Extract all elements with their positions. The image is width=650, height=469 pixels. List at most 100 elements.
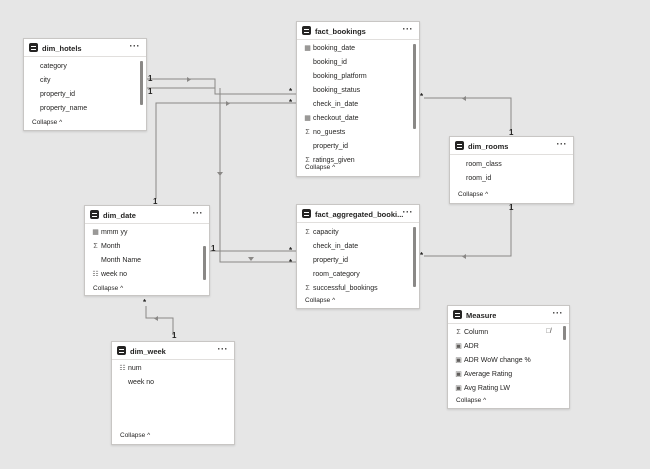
table-card[interactable]: dim_week ··· ☷ num week no Collapse ^ — [111, 341, 235, 445]
table-card[interactable]: fact_bookings ··· ▦ booking_date booking_i… — [296, 21, 420, 177]
cardinality-one: 1 — [509, 203, 514, 212]
field-row[interactable]: ☷ num — [112, 362, 224, 376]
rel-week-date — [145, 306, 174, 335]
rel-date-aggregated — [210, 250, 296, 263]
field-row[interactable]: ▦ checkout_date — [297, 112, 409, 126]
cardinality-many: * — [289, 98, 293, 107]
direction-arrow — [248, 257, 254, 261]
field-row[interactable]: room_category — [297, 268, 409, 282]
scrollbar[interactable] — [563, 326, 566, 340]
field-row[interactable]: room_class — [450, 158, 563, 172]
field-row[interactable]: ▦ booking_date — [297, 42, 409, 56]
field-row[interactable]: ▣ ADR WoW change % — [448, 354, 559, 368]
field-label: booking_date — [313, 45, 356, 52]
table-icon — [302, 209, 311, 218]
field-row[interactable]: property_id — [24, 88, 136, 102]
more-options-icon[interactable]: ··· — [193, 208, 204, 218]
cardinality-many: * — [420, 251, 424, 260]
field-row[interactable]: ▦ mmm yy — [85, 226, 199, 240]
field-row[interactable]: Σno_guests — [297, 126, 409, 140]
scrollbar[interactable] — [413, 227, 416, 287]
cardinality-many: * — [143, 298, 147, 307]
field-label: Month Name — [101, 257, 142, 264]
field-row[interactable]: booking_platform — [297, 70, 409, 84]
scrollbar[interactable] — [140, 61, 143, 105]
table-card[interactable]: dim_rooms ··· room_class room_id Collapse … — [449, 136, 574, 204]
field-row[interactable]: check_in_date — [297, 240, 409, 254]
field-label: mmm yy — [101, 229, 128, 236]
field-row[interactable]: ☷ week no — [85, 268, 199, 282]
more-options-icon[interactable]: ··· — [557, 139, 568, 149]
cardinality-many: * — [289, 258, 293, 267]
table-card[interactable]: Measure ··· 👁̸ Σ Column ▣ ADR ▣ ADR WoW chang… — [447, 305, 570, 409]
table-title: dim_date — [103, 211, 136, 220]
field-row[interactable]: Σcapacity — [297, 226, 409, 240]
scrollbar[interactable] — [413, 44, 416, 129]
more-options-icon[interactable]: ··· — [403, 207, 414, 217]
field-label: Avg Rating LW — [464, 385, 511, 392]
field-label: property_id — [313, 143, 349, 150]
table-card[interactable]: fact_aggregated_booki... ··· Σcapacity ch… — [296, 204, 420, 309]
scrollbar[interactable] — [203, 246, 206, 280]
direction-arrow — [187, 77, 191, 82]
table-card[interactable]: dim_hotels ··· category city property_idpr… — [23, 38, 147, 131]
field-label: category — [40, 63, 67, 70]
field-row[interactable]: ▣ ADR — [448, 340, 559, 354]
field-label: Month — [101, 243, 121, 250]
field-row[interactable]: ▣ Avg Rating LW — [448, 382, 559, 396]
field-row[interactable]: ▣ Average Rating — [448, 368, 559, 382]
cardinality-one: 1 — [211, 244, 216, 253]
field-label: successful_bookings — [313, 285, 378, 292]
field-row[interactable]: Σ Month — [85, 240, 199, 254]
collapse-button[interactable]: Collapse ^ — [93, 285, 123, 292]
table-icon — [453, 310, 462, 319]
more-options-icon[interactable]: ··· — [403, 24, 414, 34]
field-label: property_id — [40, 91, 76, 98]
field-row[interactable]: booking_status — [297, 84, 409, 98]
cardinality-many: * — [289, 246, 293, 255]
field-row[interactable]: week no — [112, 376, 224, 390]
field-row[interactable]: Σsuccessful_bookings — [297, 282, 409, 296]
sigma-icon: Σ — [305, 129, 310, 136]
more-options-icon[interactable]: ··· — [218, 344, 229, 354]
collapse-button[interactable]: Collapse ^ — [458, 191, 488, 198]
field-row[interactable]: property_id — [297, 254, 409, 268]
calculator-icon: ▣ — [455, 371, 462, 378]
field-row[interactable]: category — [24, 60, 136, 74]
hierarchy-icon: ☷ — [119, 365, 126, 372]
field-row[interactable]: Σ Column — [448, 326, 559, 340]
direction-arrow — [462, 254, 466, 259]
more-options-icon[interactable]: ··· — [553, 308, 564, 318]
field-row[interactable]: check_in_date — [297, 98, 409, 112]
field-row[interactable]: booking_id — [297, 56, 409, 70]
collapse-button[interactable]: Collapse ^ — [456, 397, 486, 404]
cardinality-one: 1 — [148, 74, 153, 83]
field-label: capacity — [313, 229, 339, 236]
field-label: ADR — [464, 343, 479, 350]
table-card[interactable]: dim_date ··· ▦ mmm yy Σ Month Month Name ☷ wee… — [84, 205, 210, 296]
collapse-button[interactable]: Collapse ^ — [305, 297, 335, 304]
cardinality-one: 1 — [172, 331, 177, 340]
collapse-button[interactable]: Collapse ^ — [305, 164, 335, 171]
table-title: Measure — [466, 311, 497, 320]
collapse-button[interactable]: Collapse ^ — [32, 119, 62, 126]
table-title: dim_hotels — [42, 44, 82, 53]
field-row[interactable]: city — [24, 74, 136, 88]
calendar-icon: ▦ — [92, 229, 99, 236]
calendar-icon: ▦ — [304, 115, 311, 122]
table-title: fact_bookings — [315, 27, 366, 36]
field-label: check_in_date — [313, 101, 359, 108]
field-row[interactable]: property_name — [24, 102, 136, 116]
table-icon — [117, 346, 126, 355]
field-label: checkout_date — [313, 115, 359, 122]
rel-rooms-bookings — [424, 97, 512, 131]
table-icon — [90, 210, 99, 219]
more-options-icon[interactable]: ··· — [130, 41, 141, 51]
field-row[interactable]: property_id — [297, 140, 409, 154]
field-row[interactable]: Month Name — [85, 254, 199, 268]
collapse-button[interactable]: Collapse ^ — [120, 432, 150, 439]
cardinality-many: * — [289, 87, 293, 96]
field-row[interactable]: room_id — [450, 172, 563, 186]
calculator-icon: ▣ — [455, 357, 462, 364]
hierarchy-icon: ☷ — [92, 271, 99, 278]
